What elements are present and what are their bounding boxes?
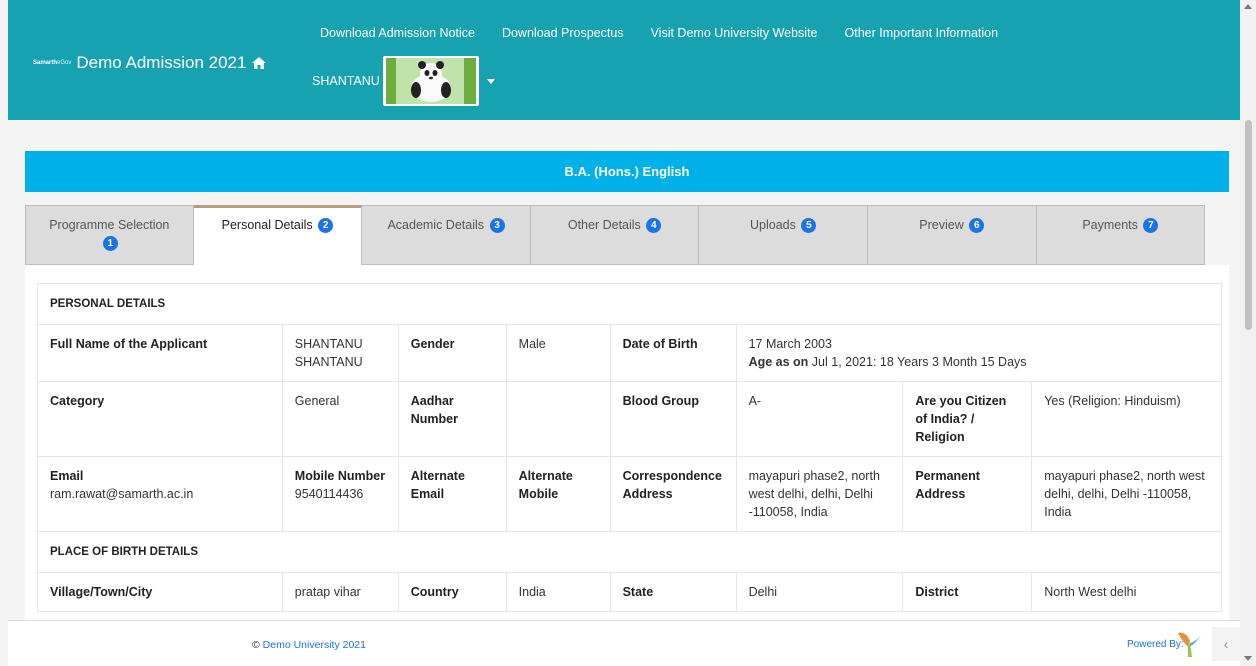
chevron-down-icon[interactable] (486, 78, 495, 84)
alternate-email-label: Alternate Email (397, 456, 507, 532)
scroll-down-icon[interactable] (1244, 656, 1252, 661)
gender-label: Gender (397, 324, 507, 382)
tab-label: Academic Details (387, 218, 485, 232)
permanent-address-value: mayapuri phase2, north west delhi, delhi… (1031, 456, 1222, 532)
village-label: Village/Town/City (37, 572, 283, 612)
tab-payments[interactable]: Payments 7 (1036, 205, 1206, 265)
tab-uploads[interactable]: Uploads 5 (699, 205, 868, 265)
blood-group-value: A- (735, 381, 904, 457)
tab-personal-details[interactable]: Personal Details 2 (193, 205, 363, 265)
tab-academic-details[interactable]: Academic Details 3 (362, 205, 531, 265)
step-badge: 5 (801, 218, 817, 234)
table-row: PERSONAL DETAILS (37, 283, 1222, 325)
aadhar-label: Aadhar Number (397, 381, 507, 457)
nav-visit-university-website[interactable]: Visit Demo University Website (651, 26, 818, 40)
mobile-value: 9540114436 (294, 487, 364, 501)
step-tabs: Programme Selection 1 Personal Details 2… (25, 205, 1229, 265)
country-label: Country (397, 572, 507, 612)
step-badge: 6 (969, 218, 985, 234)
personal-details-panel: PERSONAL DETAILS Full Name of the Applic… (25, 265, 1229, 625)
nav-other-important-information[interactable]: Other Important Information (845, 26, 999, 40)
copyright-symbol: © (252, 639, 260, 651)
gender-value: Male (505, 324, 611, 382)
tab-preview[interactable]: Preview 6 (867, 205, 1037, 265)
district-value: North West delhi (1031, 572, 1222, 612)
aadhar-value (505, 381, 611, 457)
village-value: pratap vihar (281, 572, 399, 612)
correspondence-address-value: mayapuri phase2, north west delhi, delhi… (735, 456, 904, 532)
samarth-logo: SamartheGov (33, 60, 72, 66)
chevron-left-icon[interactable]: ‹ (1212, 627, 1240, 661)
email-value: ram.rawat@samarth.ac.in (50, 487, 194, 501)
scrollbar-thumb[interactable] (1245, 120, 1252, 330)
step-badge: 4 (646, 218, 662, 234)
avatar[interactable] (382, 56, 479, 106)
username[interactable]: SHANTANU (312, 74, 380, 88)
tab-label: Preview (919, 218, 964, 232)
permanent-address-label: Permanent Address (902, 456, 1033, 532)
country-value: India (505, 572, 611, 612)
email-label: Email (50, 469, 84, 483)
program-title-bar: B.A. (Hons.) English (25, 151, 1229, 192)
email-cell: Email ram.rawat@samarth.ac.in (37, 456, 283, 532)
step-badge: 7 (1143, 218, 1159, 234)
table-row: Email ram.rawat@samarth.ac.in Mobile Num… (37, 456, 1222, 532)
age-value: Jul 1, 2021: 18 Years 3 Month 15 Days (811, 355, 1027, 369)
age-label: Age as on (748, 355, 809, 369)
tab-label: Payments (1082, 218, 1138, 232)
nav-download-admission-notice[interactable]: Download Admission Notice (320, 26, 475, 40)
correspondence-address-label: Correspondence Address (609, 456, 737, 532)
personal-details-table: PERSONAL DETAILS Full Name of the Applic… (37, 283, 1223, 612)
mobile-label: Mobile Number (294, 469, 386, 483)
blood-group-label: Blood Group (609, 381, 737, 457)
full-name-label: Full Name of the Applicant (37, 324, 283, 382)
full-name-value: SHANTANU SHANTANU (281, 324, 399, 382)
yii-logo-icon[interactable] (1176, 629, 1204, 659)
top-navbar: SamartheGov Demo Admission 2021 Download… (8, 0, 1240, 120)
dob-cell: 17 March 2003 Age as on Jul 1, 2021: 18 … (735, 324, 1223, 382)
table-row: PLACE OF BIRTH DETAILS (37, 531, 1222, 573)
section-title-birth: PLACE OF BIRTH DETAILS (37, 531, 1222, 573)
brand[interactable]: SamartheGov Demo Admission 2021 (33, 53, 267, 73)
tab-label: Programme Selection (49, 218, 170, 232)
scroll-up-icon[interactable] (1244, 4, 1252, 9)
mobile-cell: Mobile Number 9540114436 (281, 456, 399, 532)
copyright: © Demo University 2021 (252, 639, 366, 651)
top-nav-links: Download Admission Notice Download Prosp… (320, 26, 1025, 40)
category-label: Category (37, 381, 283, 457)
section-title-personal: PERSONAL DETAILS (37, 283, 1222, 325)
main-content: B.A. (Hons.) English Programme Selection… (8, 120, 1240, 625)
alternate-mobile-label: Alternate Mobile (505, 456, 611, 532)
table-row: Category General Aadhar Number Blood Gro… (37, 381, 1222, 457)
citizen-religion-value: Yes (Religion: Hinduism) (1031, 381, 1222, 457)
home-icon[interactable] (252, 57, 267, 69)
step-badge: 3 (489, 218, 505, 234)
tab-other-details[interactable]: Other Details 4 (530, 205, 700, 265)
step-badge: 2 (318, 218, 334, 234)
dob-label: Date of Birth (609, 324, 737, 382)
state-label: State (609, 572, 737, 612)
dob-value: 17 March 2003 (748, 337, 832, 351)
citizen-religion-label: Are you Citizen of India? / Religion (902, 381, 1033, 457)
nav-download-prospectus[interactable]: Download Prospectus (502, 26, 624, 40)
table-row: Village/Town/City pratap vihar Country I… (37, 572, 1222, 612)
tab-programme-selection[interactable]: Programme Selection 1 (25, 205, 194, 265)
app-title[interactable]: Demo Admission 2021 (76, 53, 246, 73)
tab-label: Uploads (749, 218, 796, 232)
table-row: Full Name of the Applicant SHANTANU SHAN… (37, 324, 1223, 382)
vertical-scrollbar[interactable] (1240, 0, 1256, 666)
tab-label: Personal Details (221, 218, 313, 232)
district-label: District (902, 572, 1033, 612)
state-value: Delhi (735, 572, 904, 612)
tab-label: Other Details (567, 218, 641, 232)
category-value: General (281, 381, 399, 457)
footer: © Demo University 2021 Powered By: ‹ (8, 620, 1240, 666)
university-link[interactable]: Demo University 2021 (263, 639, 366, 651)
step-badge: 1 (102, 236, 118, 252)
user-menu[interactable]: SHANTANU (312, 56, 495, 106)
